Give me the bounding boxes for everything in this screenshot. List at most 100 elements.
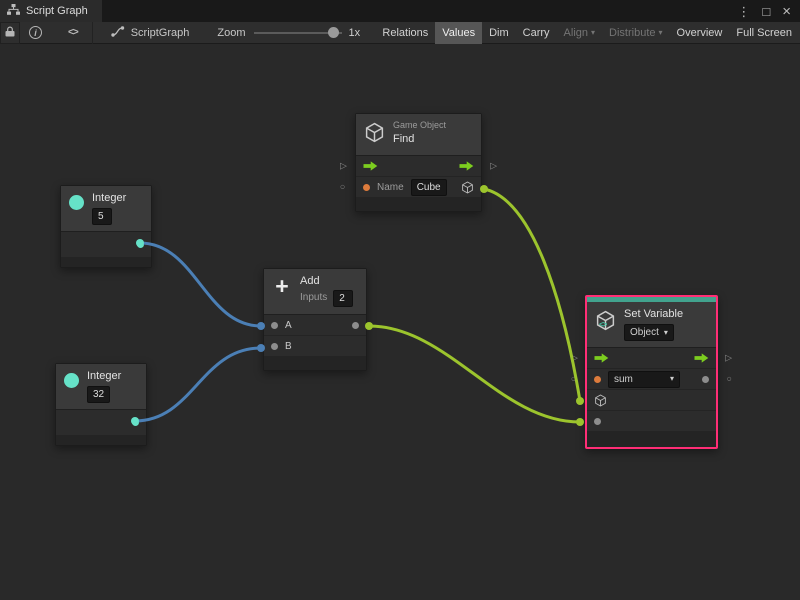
variable-name-port[interactable] — [594, 376, 601, 383]
graph-selector[interactable]: ScriptGraph — [111, 26, 190, 40]
flow-in-marker-icon: ▷ — [340, 162, 347, 171]
node-title: Find — [393, 133, 446, 146]
input-port-b[interactable] — [271, 343, 278, 350]
flow-port-row: ▷ ▷ — [587, 348, 716, 369]
code-badge-icon: <> — [599, 320, 606, 329]
window-menu-icon[interactable]: ⋮ — [737, 5, 750, 18]
inputs-label: Inputs — [300, 292, 327, 303]
value-output-port[interactable] — [702, 376, 709, 383]
lock-icon — [5, 26, 15, 40]
info-icon[interactable]: i — [29, 26, 42, 39]
integer-value-field[interactable]: 32 — [87, 386, 110, 403]
flow-in-port-icon[interactable] — [363, 161, 378, 171]
script-graph-icon — [7, 4, 20, 18]
node-footer — [61, 258, 151, 267]
node-footer — [356, 198, 481, 211]
chevron-down-icon: ▾ — [659, 29, 663, 37]
carry-button[interactable]: Carry — [516, 22, 557, 44]
node-header: Integer 5 — [61, 186, 151, 232]
code-icon[interactable]: <> — [68, 27, 78, 38]
full-screen-button[interactable]: Full Screen — [729, 22, 799, 44]
align-label: Align — [564, 27, 588, 39]
value-out-marker-icon: ○ — [727, 375, 732, 384]
game-object-icon — [364, 122, 385, 143]
chevron-down-icon: ▾ — [591, 29, 595, 37]
value-input-row — [587, 411, 716, 432]
wire-integer32-to-add-b[interactable] — [135, 348, 261, 421]
flow-out-port-icon[interactable] — [694, 353, 709, 363]
variable-name-dropdown[interactable]: sum ▾ — [608, 371, 680, 388]
name-value-field[interactable]: Cube — [411, 179, 447, 196]
node-integer-5[interactable]: Integer 5 — [60, 185, 152, 268]
node-integer-32[interactable]: Integer 32 — [55, 363, 147, 446]
node-add[interactable]: + Add Inputs 2 A B — [263, 268, 367, 371]
input-port-a[interactable] — [271, 322, 278, 329]
node-footer — [264, 357, 366, 370]
overview-label: Overview — [677, 27, 723, 39]
value-input-port[interactable] — [594, 418, 601, 425]
integer-value-field[interactable]: 5 — [92, 208, 112, 225]
flow-out-port-icon[interactable] — [459, 161, 474, 171]
flow-in-port-icon[interactable] — [594, 353, 609, 363]
target-object-row — [587, 390, 716, 411]
chevron-down-icon: ▾ — [664, 329, 668, 337]
flow-port-row: ▷ ▷ — [356, 156, 481, 177]
flow-out-marker-icon: ▷ — [725, 354, 732, 363]
wire-integer5-to-add-a[interactable] — [140, 243, 261, 326]
node-header: Game Object Find — [356, 114, 481, 156]
target-object-port-icon[interactable] — [594, 394, 607, 407]
dim-label: Dim — [489, 27, 509, 39]
port-row — [61, 232, 151, 258]
node-title: Set Variable — [624, 308, 683, 321]
toolbar-separator — [92, 22, 93, 44]
wire-find-to-setvariable-target[interactable] — [484, 189, 580, 401]
graph-name-label: ScriptGraph — [131, 27, 190, 39]
node-header: <> Set Variable Object ▾ — [587, 302, 716, 348]
zoom-slider-knob[interactable] — [328, 27, 339, 38]
close-icon[interactable]: × — [782, 4, 791, 19]
node-category: Game Object — [393, 120, 446, 131]
node-set-variable[interactable]: <> Set Variable Object ▾ ▷ ▷ ○ — [585, 295, 718, 449]
name-label: Name — [377, 182, 404, 193]
port-b-label: B — [285, 341, 292, 352]
dim-button[interactable]: Dim — [482, 22, 516, 44]
zoom-slider[interactable] — [254, 22, 342, 44]
port-row — [56, 410, 146, 436]
sum-output-port[interactable] — [352, 322, 359, 329]
overview-button[interactable]: Overview — [670, 22, 730, 44]
maximize-icon[interactable]: □ — [762, 5, 770, 18]
node-title: Integer — [87, 370, 121, 383]
carry-label: Carry — [523, 27, 550, 39]
lock-button[interactable] — [0, 22, 20, 44]
node-header: Integer 32 — [56, 364, 146, 410]
graph-chip-icon — [111, 26, 125, 40]
port-row-b: B — [264, 336, 366, 357]
game-object-output-port-icon[interactable] — [461, 181, 474, 194]
distribute-label: Distribute — [609, 27, 655, 39]
zoom-value: 1x — [349, 27, 361, 39]
window-controls: ⋮ □ × — [737, 0, 800, 22]
graph-canvas[interactable]: Integer 5 Integer 32 + Add — [0, 44, 800, 600]
node-footer — [587, 432, 716, 447]
values-label: Values — [442, 27, 475, 39]
relations-button[interactable]: Relations — [375, 22, 435, 44]
add-icon: + — [272, 275, 292, 297]
integer-type-icon — [64, 373, 79, 388]
tab-title: Script Graph — [26, 5, 88, 17]
values-button[interactable]: Values — [435, 22, 482, 44]
flow-out-marker-icon: ▷ — [490, 162, 497, 171]
integer-type-icon — [69, 195, 84, 210]
node-title: Integer — [92, 192, 126, 205]
wire-add-to-setvariable-value[interactable] — [369, 326, 580, 422]
name-input-port[interactable] — [363, 184, 370, 191]
align-button[interactable]: Align ▾ — [557, 22, 602, 44]
tab-script-graph[interactable]: Script Graph — [0, 0, 102, 22]
node-game-object-find[interactable]: Game Object Find ▷ ▷ ○ Name Cube — [355, 113, 482, 212]
distribute-button[interactable]: Distribute ▾ — [602, 22, 669, 44]
zoom-label: Zoom — [217, 27, 245, 39]
variable-name-row: ○ sum ▾ ○ — [587, 369, 716, 390]
variable-kind-dropdown[interactable]: Object ▾ — [624, 324, 674, 341]
set-variable-icon: <> — [595, 310, 616, 331]
inputs-count-field[interactable]: 2 — [333, 290, 353, 307]
node-header: + Add Inputs 2 — [264, 269, 366, 315]
